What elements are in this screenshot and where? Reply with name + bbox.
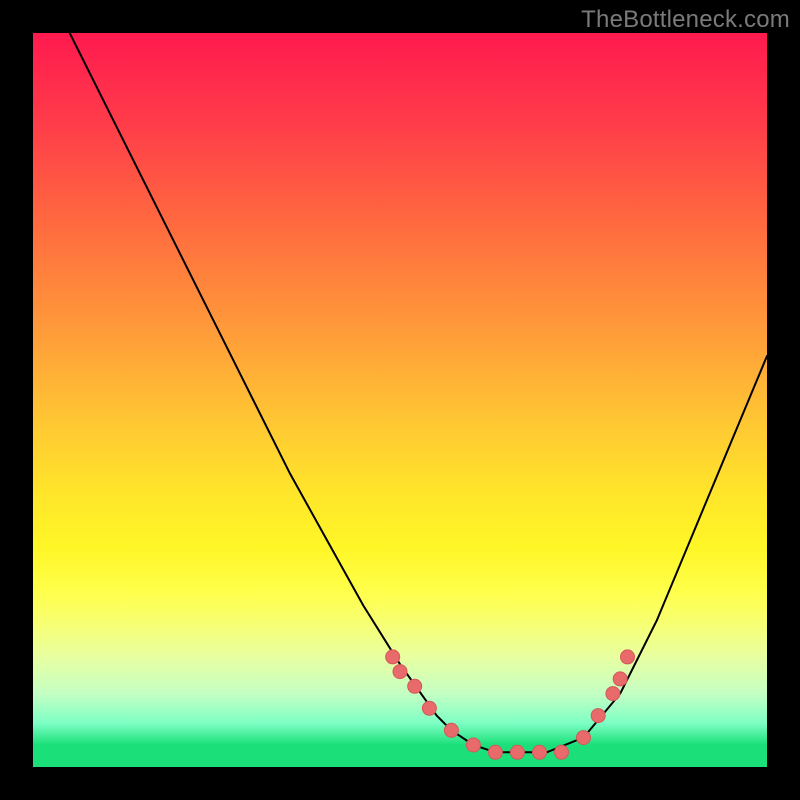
curve-marker: [613, 672, 627, 686]
curve-marker: [606, 687, 620, 701]
watermark-text: TheBottleneck.com: [581, 6, 790, 34]
curve-marker: [533, 745, 547, 759]
curve-marker: [621, 650, 635, 664]
chart-svg: [33, 33, 767, 767]
curve-marker: [393, 665, 407, 679]
curve-marker: [422, 701, 436, 715]
bottleneck-curve: [70, 33, 767, 752]
curve-marker: [488, 745, 502, 759]
curve-marker: [466, 738, 480, 752]
curve-marker: [591, 709, 605, 723]
curve-marker: [408, 679, 422, 693]
curve-marker: [386, 650, 400, 664]
curve-markers: [386, 650, 635, 759]
curve-marker: [555, 745, 569, 759]
curve-marker: [577, 731, 591, 745]
outer-frame: TheBottleneck.com: [0, 0, 800, 800]
curve-marker: [510, 745, 524, 759]
curve-marker: [444, 723, 458, 737]
